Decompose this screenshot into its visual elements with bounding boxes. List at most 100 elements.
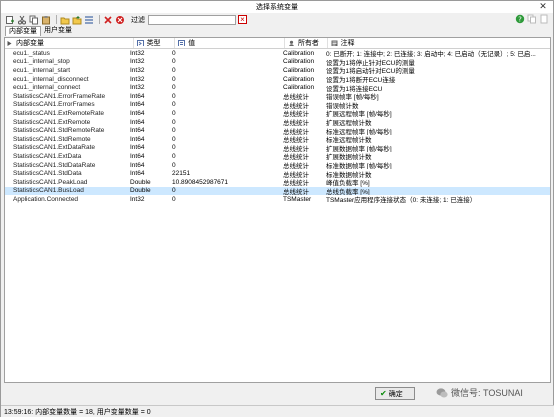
cell-comment: 峰值负载率 [%] xyxy=(326,180,370,187)
filter-label: 过滤 xyxy=(131,16,145,24)
cell-value: 0 xyxy=(172,195,176,203)
cell-comment: 扩展远程帧计数 xyxy=(326,120,372,127)
cell-variable-name: StatisticsCAN1.StdRemoteRate xyxy=(13,127,105,135)
cell-owner: 总线统计 xyxy=(283,94,309,101)
comment-column-icon xyxy=(331,40,337,46)
cell-owner: Calibration xyxy=(283,58,315,66)
type-column-icon xyxy=(136,40,144,46)
column-header-owner[interactable]: 所有者 xyxy=(285,38,328,48)
cell-value: 0 xyxy=(172,187,176,195)
copy-icon[interactable] xyxy=(29,15,39,25)
cell-type: Int64 xyxy=(130,144,145,152)
check-icon: ✔ xyxy=(380,389,387,398)
cell-variable-name: ecu1._internal_connect xyxy=(13,84,81,92)
table-row[interactable]: StatisticsCAN1.ExtRemoteRate Int64 0 总线统计 扩展… xyxy=(5,109,550,118)
stop-icon[interactable] xyxy=(115,15,125,25)
tab-strip: 内部变量 用户变量 xyxy=(1,26,553,36)
new-icon[interactable] xyxy=(5,15,15,25)
table-row[interactable]: ecu1._internal_start Int32 0 Calibration 设置为… xyxy=(5,66,550,75)
title-bar: 选择系统变量 ✕ xyxy=(1,1,553,13)
table-row[interactable]: StatisticsCAN1.BusLoad Double 0 总线统计 总线负载率 [… xyxy=(5,186,550,196)
cell-comment: 设置为1将连接ECU xyxy=(326,85,383,92)
cell-value: 0 xyxy=(172,101,176,109)
cell-variable-name: StatisticsCAN1.StdDataRate xyxy=(13,161,96,169)
column-header-value[interactable]: 值 xyxy=(175,38,285,48)
cell-variable-name: StatisticsCAN1.BusLoad xyxy=(13,187,84,195)
cell-variable-name: StatisticsCAN1.PeakLoad xyxy=(13,178,88,186)
tab-internal-variables[interactable]: 内部变量 xyxy=(5,26,41,36)
table-row[interactable]: ecu1._internal_disconnect Int32 0 Calibrati… xyxy=(5,75,550,84)
dialog-window: 选择系统变量 ✕ 过滤 × ? 内部变量 用户变量 内部变量 类型 值 所有者 … xyxy=(0,0,554,417)
folder-add-icon[interactable] xyxy=(72,15,82,25)
table-row[interactable]: StatisticsCAN1.ExtRemote Int64 0 总线统计 扩展远程帧计… xyxy=(5,118,550,127)
table-row[interactable]: ecu1._internal_stop Int32 0 Calibration 设置为1… xyxy=(5,58,550,66)
cell-comment: 总线负载率 [%] xyxy=(326,188,370,196)
cell-comment: 扩展远程帧率 [帧/每秒] xyxy=(326,111,392,118)
table-row[interactable]: ecu1._internal_connect Int32 0 Calibration 设… xyxy=(5,83,550,92)
close-icon[interactable]: ✕ xyxy=(537,1,549,12)
cell-owner: Calibration xyxy=(283,84,315,92)
table-row[interactable]: StatisticsCAN1.StdRemoteRate Int64 0 总线统计 标准… xyxy=(5,126,550,135)
column-header-label: 值 xyxy=(188,40,196,47)
table-row[interactable]: StatisticsCAN1.ExtData Int64 0 总线统计 扩展数据帧计数 xyxy=(5,152,550,161)
column-header-name[interactable]: 内部变量 xyxy=(5,38,134,48)
table-row[interactable]: StatisticsCAN1.PeakLoad Double 10.89084529… xyxy=(5,178,550,187)
cell-comment: 设置为1将断开ECU连接 xyxy=(326,77,396,84)
clear-filter-icon[interactable]: × xyxy=(238,15,247,24)
status-bar: 13:59:16: 内部变量数量 = 18, 用户变量数量 = 0 xyxy=(1,405,554,417)
column-header-comment[interactable]: 注释 xyxy=(328,38,551,48)
cell-value: 0 xyxy=(172,144,176,152)
cut-icon[interactable] xyxy=(17,15,27,25)
table-row[interactable]: StatisticsCAN1.StdRemote Int64 0 总线统计 标准远程帧计… xyxy=(5,135,550,144)
cell-owner: 总线统计 xyxy=(283,180,309,187)
table-row[interactable]: StatisticsCAN1.ExtDataRate Int64 0 总线统计 扩展数据… xyxy=(5,144,550,152)
cell-value: 0 xyxy=(172,161,176,169)
cell-type: Int64 xyxy=(130,127,145,135)
cell-type: Int64 xyxy=(130,152,145,160)
toolbar: 过滤 × ? xyxy=(1,13,553,26)
cell-type: Int64 xyxy=(130,118,145,126)
value-column-icon xyxy=(178,40,186,46)
filter-input[interactable] xyxy=(148,14,236,25)
paste-icon[interactable] xyxy=(41,15,51,25)
owner-column-icon xyxy=(289,40,294,46)
cell-type: Int64 xyxy=(130,170,145,178)
cell-variable-name: Application.Connected xyxy=(13,195,79,203)
cell-owner: Calibration xyxy=(283,75,315,83)
cell-variable-name: ecu1._status xyxy=(13,49,50,57)
table-row[interactable]: ecu1._status Int32 0 Calibration 0: 已断开; 1: … xyxy=(5,49,550,58)
table-row[interactable]: StatisticsCAN1.StdData Int64 22151 总线统计 标准数据… xyxy=(5,169,550,178)
cell-owner: Calibration xyxy=(283,66,315,74)
cell-value: 22151 xyxy=(172,170,191,178)
cell-comment: 标准远程帧计数 xyxy=(326,137,372,144)
table-row[interactable]: Application.Connected Int32 0 TSMaster TSMas… xyxy=(5,195,550,204)
document-icon[interactable] xyxy=(539,14,549,24)
column-header-label: 注释 xyxy=(340,40,355,47)
cell-type: Int32 xyxy=(130,49,145,57)
svg-text:?: ? xyxy=(518,16,522,24)
cell-owner: TSMaster xyxy=(283,195,312,203)
column-header-label: 内部变量 xyxy=(16,40,44,47)
cell-type: Int32 xyxy=(130,66,145,74)
tab-user-variables[interactable]: 用户变量 xyxy=(41,26,75,36)
cell-comment: 错误帧率 [帧/每秒] xyxy=(326,94,379,101)
table-row[interactable]: StatisticsCAN1.ErrorFrameRate Int64 0 总线统计 错… xyxy=(5,92,550,101)
cell-variable-name: ecu1._internal_stop xyxy=(13,58,70,66)
cell-owner: 总线统计 xyxy=(283,188,309,196)
table-row[interactable]: StatisticsCAN1.ErrorFrames Int64 0 总线统计 错误帧计… xyxy=(5,101,550,110)
pages-icon[interactable] xyxy=(527,14,537,24)
delete-icon[interactable] xyxy=(103,15,113,25)
cell-value: 0 xyxy=(172,109,176,117)
table-row[interactable]: StatisticsCAN1.StdDataRate Int64 0 总线统计 标准数据… xyxy=(5,161,550,170)
dialog-footer: ✔ 确定 微信号: TOSUNAI xyxy=(1,384,554,404)
variable-table: 内部变量 类型 值 所有者 注释 ecu1._status Int32 0 Calib… xyxy=(4,37,551,383)
cell-variable-name: ecu1._internal_start xyxy=(13,66,71,74)
column-header-type[interactable]: 类型 xyxy=(134,38,176,48)
toolbar-right: ? xyxy=(513,14,549,24)
ok-button[interactable]: ✔ 确定 xyxy=(375,387,415,400)
tree-expand-icon[interactable] xyxy=(6,40,13,46)
open-folder-icon[interactable] xyxy=(60,15,70,25)
cell-owner: 总线统计 xyxy=(283,102,309,110)
help-icon[interactable]: ? xyxy=(515,14,525,24)
list-icon[interactable] xyxy=(84,15,94,25)
